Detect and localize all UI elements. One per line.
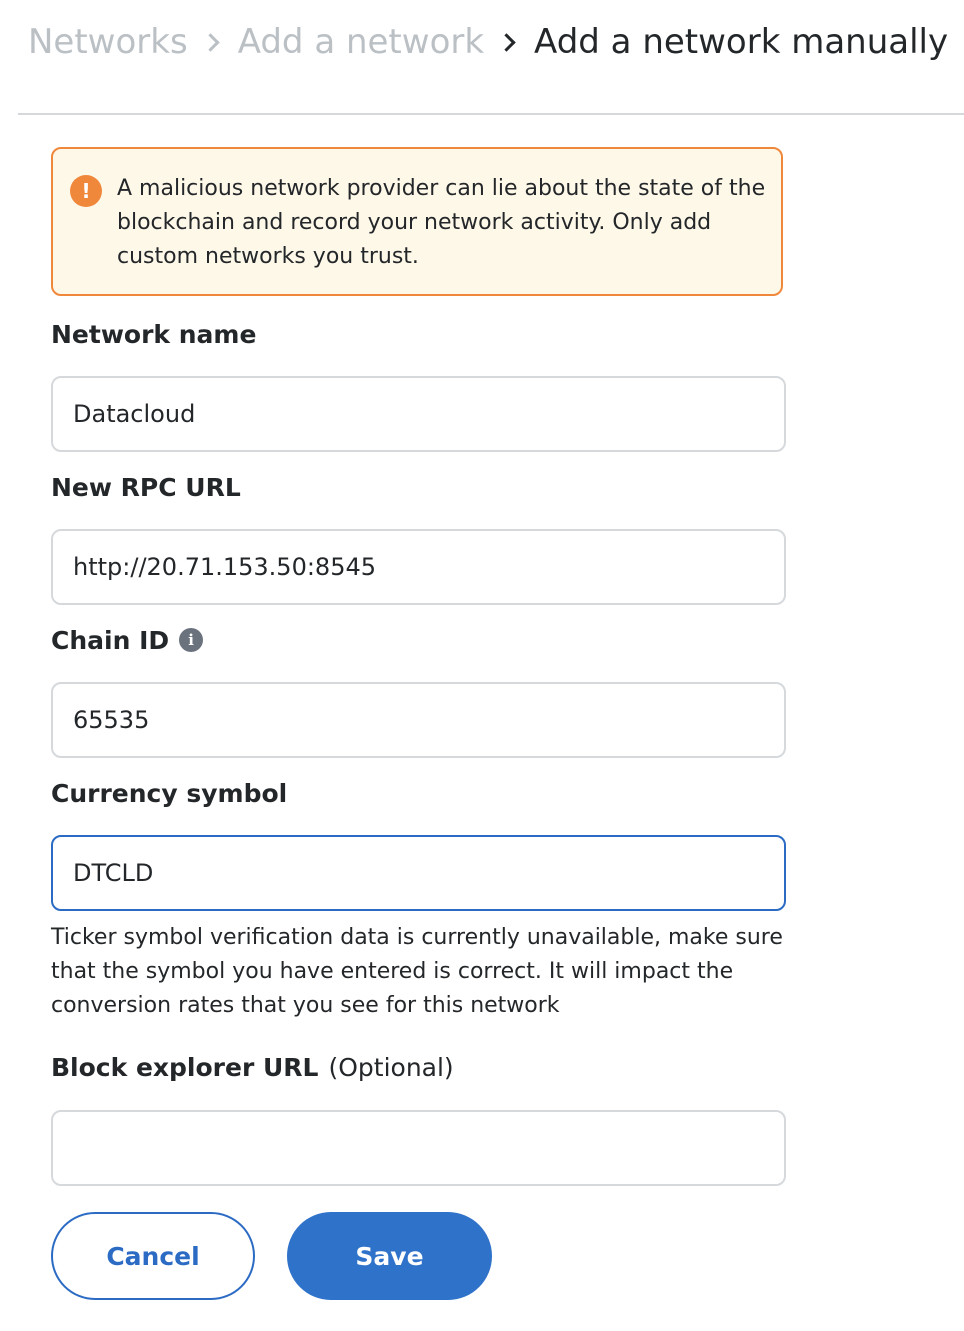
- info-icon[interactable]: i: [179, 628, 204, 652]
- warning-text: A malicious network provider can lie abo…: [117, 176, 766, 269]
- currency-symbol-helper: Ticker symbol verification data is curre…: [51, 925, 783, 1018]
- breadcrumb-networks[interactable]: Networks: [28, 18, 188, 66]
- cancel-button[interactable]: Cancel: [51, 1212, 255, 1300]
- breadcrumb-add-network[interactable]: Add a network: [238, 18, 484, 66]
- page-title: Add a network manually: [534, 22, 949, 62]
- chevron-right-icon: [188, 18, 238, 66]
- block-explorer-label-text: Block explorer URL: [51, 1053, 319, 1082]
- chain-id-label-text: Chain ID: [51, 626, 170, 655]
- rpc-url-label: New RPC URL: [51, 473, 241, 502]
- block-explorer-label: Block explorer URL (Optional): [51, 1051, 454, 1085]
- currency-symbol-label: Currency symbol: [51, 779, 288, 808]
- exclamation-circle-icon: !: [70, 175, 102, 207]
- optional-tag: (Optional): [328, 1053, 454, 1082]
- network-name-input[interactable]: [51, 376, 786, 452]
- chain-id-label: Chain ID i: [51, 624, 204, 658]
- save-button[interactable]: Save: [287, 1212, 492, 1300]
- block-explorer-input[interactable]: [51, 1110, 786, 1186]
- currency-symbol-input[interactable]: [51, 835, 786, 911]
- rpc-url-input[interactable]: [51, 529, 786, 605]
- chevron-right-icon: [484, 18, 534, 66]
- header-divider: [18, 113, 964, 115]
- breadcrumb: Networks Add a network Add a network man…: [28, 18, 948, 66]
- chain-id-input[interactable]: [51, 682, 786, 758]
- network-name-label: Network name: [51, 320, 257, 349]
- warning-banner: ! A malicious network provider can lie a…: [51, 147, 783, 296]
